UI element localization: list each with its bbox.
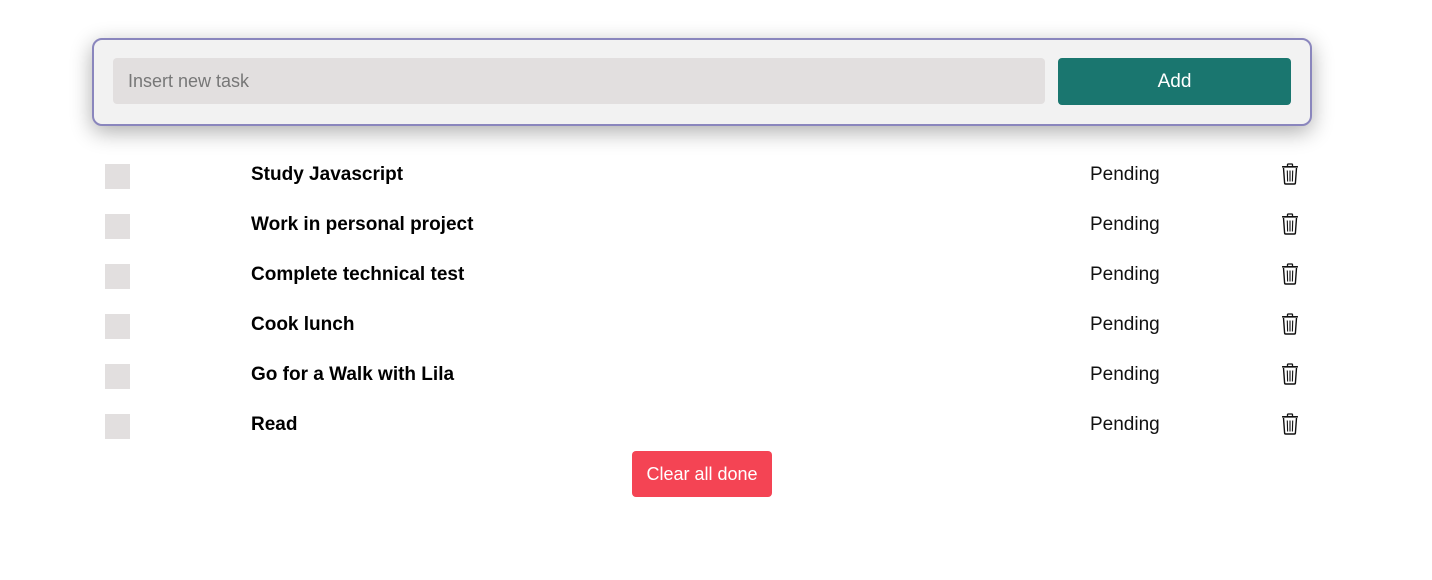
task-list: Study Javascript Pending Work in persona… — [0, 150, 1432, 450]
task-status: Pending — [1090, 414, 1160, 435]
task-status: Pending — [1090, 214, 1160, 235]
trash-icon[interactable] — [1280, 263, 1300, 285]
new-task-card: Add — [92, 38, 1312, 126]
task-row: Study Javascript Pending — [0, 150, 1432, 200]
task-row: Complete technical test Pending — [0, 250, 1432, 300]
task-checkbox[interactable] — [105, 314, 130, 339]
task-checkbox[interactable] — [105, 264, 130, 289]
task-checkbox[interactable] — [105, 164, 130, 189]
trash-icon[interactable] — [1280, 363, 1300, 385]
task-row: Go for a Walk with Lila Pending — [0, 350, 1432, 400]
task-status: Pending — [1090, 314, 1160, 335]
task-title: Go for a Walk with Lila — [251, 364, 455, 385]
task-checkbox[interactable] — [105, 214, 130, 239]
trash-icon[interactable] — [1280, 163, 1300, 185]
new-task-input[interactable] — [113, 58, 1045, 104]
task-row: Cook lunch Pending — [0, 300, 1432, 350]
trash-icon[interactable] — [1280, 213, 1300, 235]
clear-all-done-button[interactable]: Clear all done — [632, 451, 772, 497]
task-status: Pending — [1090, 364, 1160, 385]
task-status: Pending — [1090, 164, 1160, 185]
task-checkbox[interactable] — [105, 414, 130, 439]
trash-icon[interactable] — [1280, 313, 1300, 335]
task-title: Cook lunch — [251, 314, 355, 335]
task-status: Pending — [1090, 264, 1160, 285]
task-title: Work in personal project — [251, 214, 474, 235]
task-row: Work in personal project Pending — [0, 200, 1432, 250]
task-title: Complete technical test — [251, 264, 465, 285]
task-checkbox[interactable] — [105, 364, 130, 389]
task-row: Read Pending — [0, 400, 1432, 450]
task-title: Read — [251, 414, 298, 435]
trash-icon[interactable] — [1280, 413, 1300, 435]
task-title: Study Javascript — [251, 164, 404, 185]
add-button[interactable]: Add — [1058, 58, 1291, 105]
